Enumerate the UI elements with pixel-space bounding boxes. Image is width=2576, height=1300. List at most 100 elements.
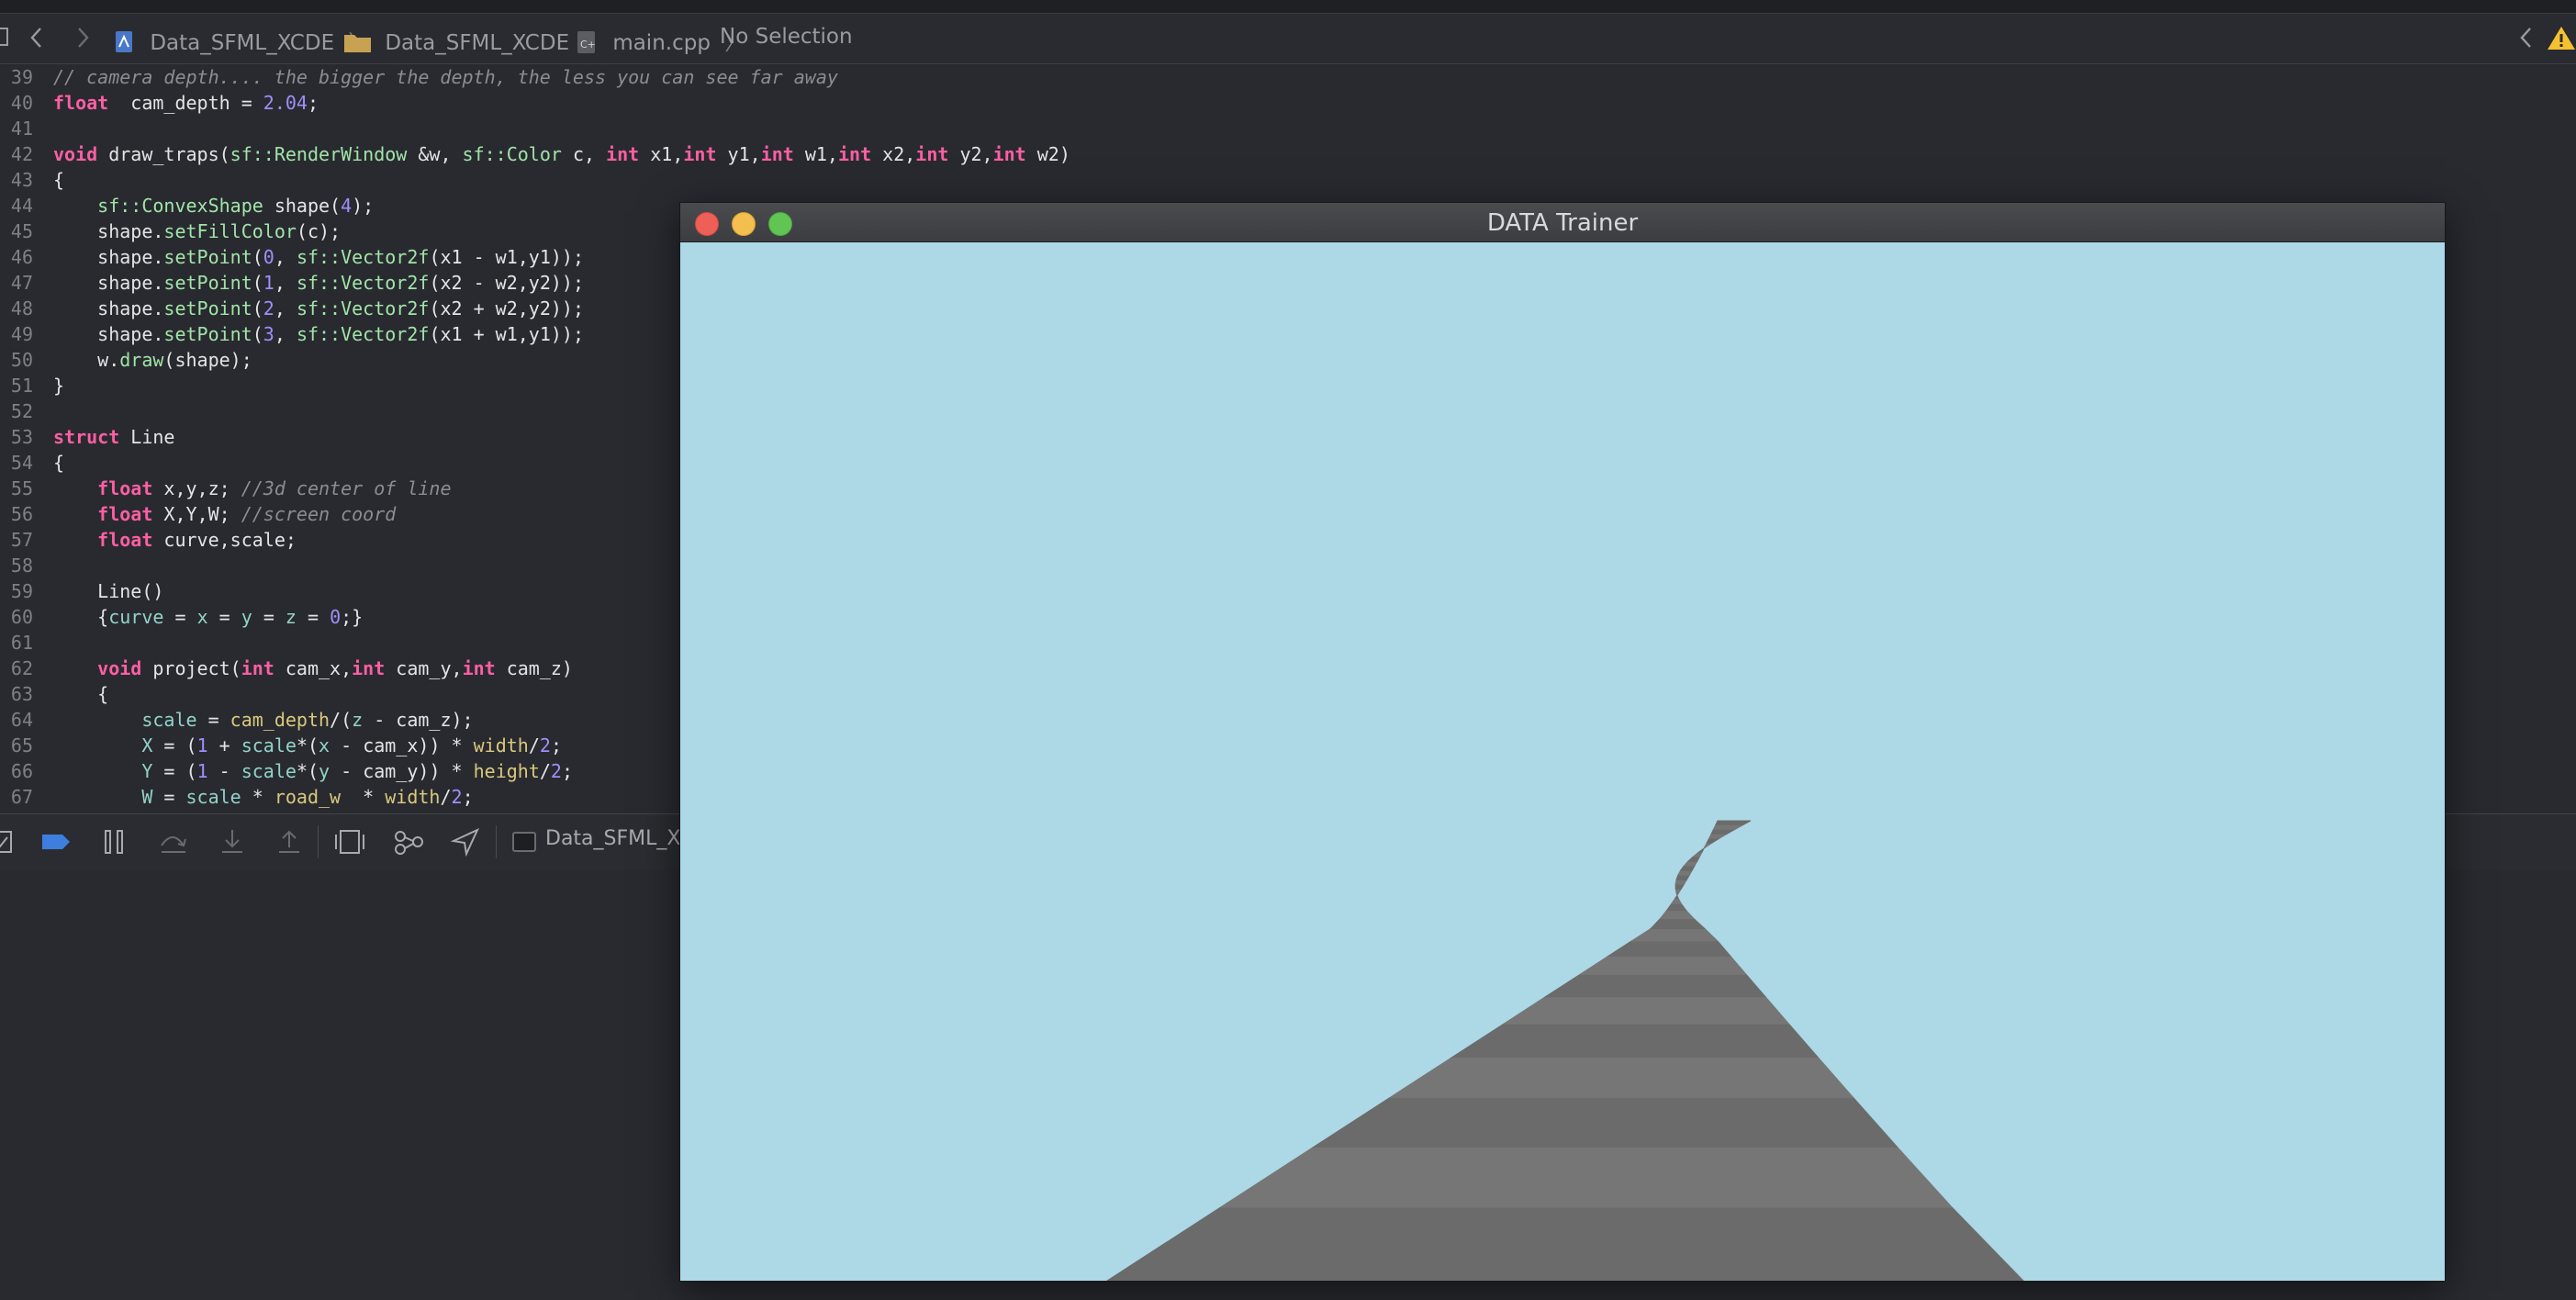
code-token: *(	[296, 734, 319, 756]
code-token: int	[992, 143, 1026, 165]
code-token: ,	[274, 323, 297, 345]
step-out-icon[interactable]	[274, 827, 305, 857]
code-token: ;	[561, 760, 574, 782]
code-text: X = (1 + scale*(x - cam_x)) * width/2;	[53, 733, 562, 758]
code-text: void draw_traps(sf::RenderWindow &w, sf:…	[53, 141, 1070, 167]
code-line[interactable]: 39 // camera depth.... the bigger the dep…	[0, 64, 2576, 90]
code-token: (x1 - w1,y1));	[429, 246, 585, 268]
code-token: (	[252, 246, 263, 268]
simulate-location-icon[interactable]	[450, 827, 481, 857]
code-line[interactable]: 40 float cam_depth = 2.04;	[0, 90, 2576, 116]
line-number: 65	[10, 734, 33, 756]
line-number: 62	[10, 657, 33, 679]
code-text: float x,y,z; //3d center of line	[53, 476, 451, 501]
breadcrumb-label: main.cpp	[612, 31, 711, 55]
line-number: 51	[10, 375, 33, 397]
code-text: // camera depth.... the bigger the depth…	[53, 64, 838, 90]
related-items-icon[interactable]	[0, 27, 11, 54]
code-line[interactable]: 42 void draw_traps(sf::RenderWindow &w, s…	[0, 141, 2576, 167]
code-token: c,	[561, 143, 607, 165]
code-token: -	[207, 760, 241, 782]
code-token: (c);	[296, 220, 342, 242]
code-token: x,y,z;	[152, 477, 241, 499]
road-segment	[1388, 1056, 1854, 1099]
code-line[interactable]: 43 {	[0, 167, 2576, 193]
memory-graph-icon[interactable]	[393, 827, 424, 857]
step-into-icon[interactable]	[217, 827, 248, 857]
line-number: 64	[10, 709, 33, 731]
code-line[interactable]: 41	[0, 116, 2576, 141]
code-token: (	[252, 323, 263, 345]
line-number: 66	[10, 760, 33, 782]
breadcrumb-folder[interactable]: Data_SFML_XCDE 〉	[343, 25, 604, 56]
code-token: project(	[141, 657, 241, 679]
line-number: 53	[10, 426, 33, 448]
code-token: y	[241, 606, 252, 628]
code-token: scale	[241, 760, 297, 782]
code-token: draw_traps(	[97, 143, 230, 165]
code-token: int	[837, 143, 872, 165]
view-hierarchy-icon[interactable]	[334, 827, 365, 857]
code-token: int	[606, 143, 640, 165]
road-segment	[1675, 874, 1691, 880]
breadcrumb-selection[interactable]: No Selection	[720, 25, 853, 49]
line-number: 43	[10, 169, 33, 191]
code-token: );	[352, 195, 375, 217]
code-token: (shape);	[163, 349, 252, 371]
line-number: 44	[10, 195, 33, 217]
app-window[interactable]: DATA Trainer	[679, 202, 2446, 1282]
step-over-icon[interactable]	[158, 827, 189, 857]
separator	[496, 825, 497, 858]
code-token: scale	[241, 734, 297, 756]
code-token: sf::RenderWindow	[230, 143, 408, 165]
app-title-bar[interactable]: DATA Trainer	[680, 203, 2445, 242]
previous-issue-icon[interactable]	[2519, 25, 2534, 56]
code-token: (x2 - w2,y2));	[429, 272, 585, 294]
code-token: curve,scale;	[152, 529, 297, 551]
code-text: W = scale * road_w * width/2;	[53, 784, 473, 810]
code-token: sf::Vector2f	[296, 323, 430, 345]
code-text: float curve,scale;	[53, 527, 297, 553]
code-token: x1,	[639, 143, 684, 165]
code-token: setPoint	[163, 297, 252, 319]
pause-icon[interactable]	[99, 827, 130, 857]
code-token: void	[97, 657, 142, 679]
code-token: =	[163, 606, 197, 628]
warning-icon[interactable]	[2547, 25, 2576, 56]
code-token: 0	[330, 606, 342, 628]
code-token: int	[683, 143, 717, 165]
line-number: 60	[10, 606, 33, 628]
breadcrumb-project[interactable]: Data_SFML_XCDE 〉	[114, 25, 369, 56]
code-token: /(	[330, 709, 353, 731]
code-token: float	[53, 92, 109, 114]
code-token: =	[207, 606, 241, 628]
code-token: sf::Vector2f	[296, 297, 430, 319]
code-token: {	[53, 606, 109, 628]
code-token: cam_z)	[495, 657, 573, 679]
code-token: w1,	[793, 143, 838, 165]
code-token: 2	[539, 734, 551, 756]
debug-target-label[interactable]: Data_SFML_X	[545, 827, 680, 850]
code-token: =	[152, 786, 186, 808]
back-icon[interactable]	[29, 25, 44, 56]
code-text: shape.setPoint(2, sf::Vector2f(x2 + w2,y…	[53, 296, 584, 321]
code-token: setPoint	[163, 246, 252, 268]
code-text: Line()	[53, 578, 163, 604]
code-text: w.draw(shape);	[53, 347, 252, 373]
code-token: +	[207, 734, 241, 756]
line-number: 46	[10, 246, 33, 268]
code-token: ,	[274, 297, 297, 319]
code-text: {	[53, 167, 64, 193]
code-token: X,Y,W;	[152, 503, 241, 525]
forward-icon[interactable]	[75, 25, 90, 56]
breakpoint-toggle-icon[interactable]	[0, 827, 22, 857]
jump-bar: Data_SFML_XCDE 〉 Data_SFML_XCDE 〉 C+ mai…	[0, 14, 2576, 64]
line-number: 48	[10, 297, 33, 319]
breakpoints-active-icon[interactable]	[40, 827, 72, 857]
line-number: 49	[10, 323, 33, 345]
code-token: y	[319, 760, 330, 782]
code-token: ;	[550, 734, 562, 756]
